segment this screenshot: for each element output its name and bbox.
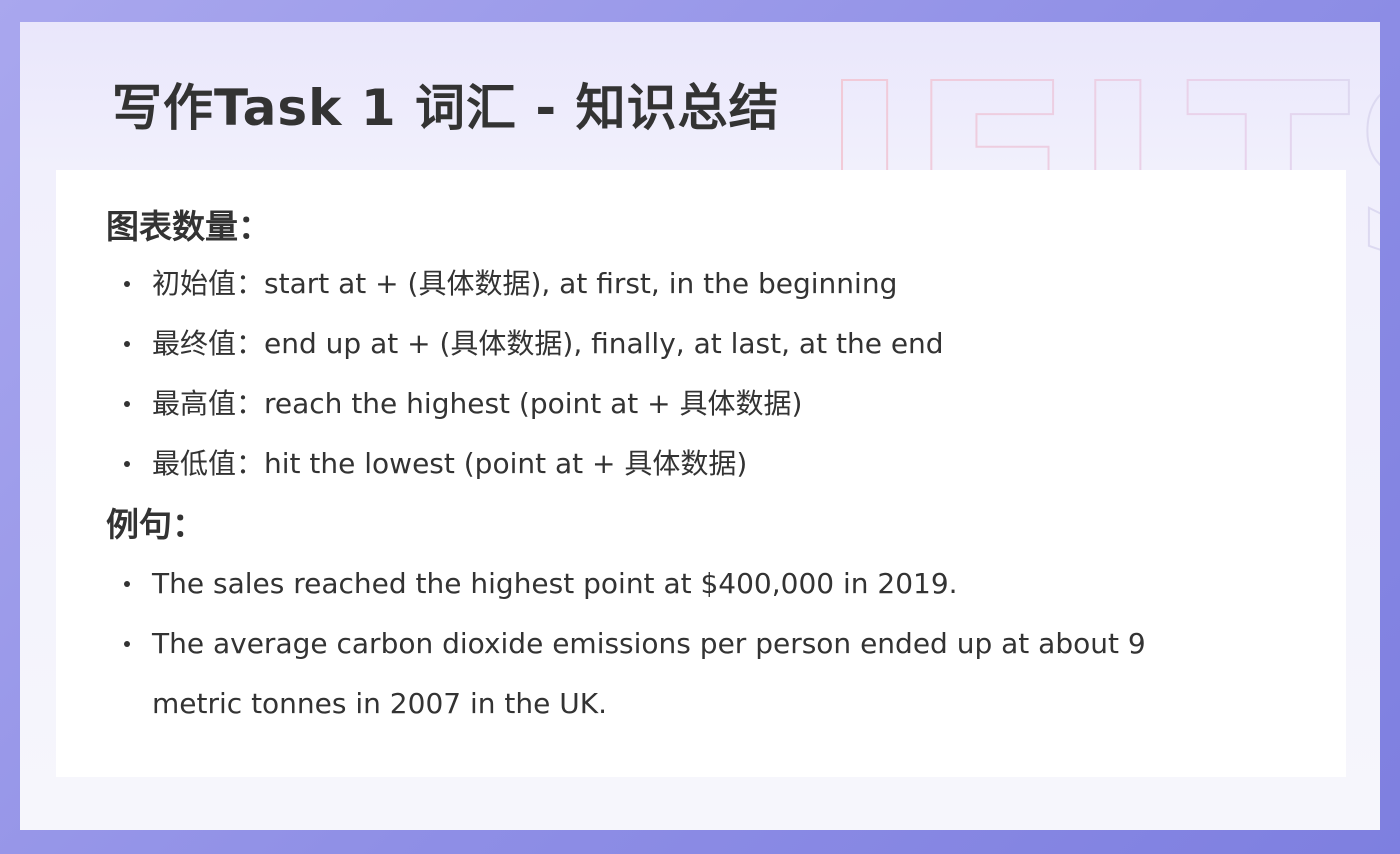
section-heading-example-sentences: 例句： [106, 505, 205, 544]
example-sentences-list: The sales reached the highest point at $… [56, 554, 1232, 734]
list-item: 最低值：hit the lowest (point at + 具体数据) [56, 434, 944, 494]
bullet-dot-icon [124, 461, 130, 467]
bullet-dot-icon [124, 281, 130, 287]
slide-frame: IELTS 写作Task 1 词汇 - 知识总结 图表数量： 初始值：start… [20, 22, 1380, 830]
bullet-dot-icon [124, 401, 130, 407]
list-item: The average carbon dioxide emissions per… [56, 614, 1232, 734]
list-item: 最终值：end up at + (具体数据), finally, at last… [56, 314, 944, 374]
list-item-text: The sales reached the highest point at $… [152, 567, 958, 600]
list-item: The sales reached the highest point at $… [56, 554, 1232, 614]
list-item-text: The average carbon dioxide emissions per… [152, 627, 1146, 720]
chart-quantity-list: 初始值：start at + (具体数据), at first, in the … [56, 254, 944, 494]
section-heading-chart-quantity: 图表数量： [106, 207, 271, 246]
page-title: 写作Task 1 词汇 - 知识总结 [112, 79, 780, 137]
list-item-text: 最高值：reach the highest (point at + 具体数据) [152, 387, 803, 420]
list-item-text: 最终值：end up at + (具体数据), finally, at last… [152, 327, 944, 360]
content-card: 图表数量： 初始值：start at + (具体数据), at first, i… [56, 170, 1346, 777]
list-item: 最高值：reach the highest (point at + 具体数据) [56, 374, 944, 434]
list-item-text: 初始值：start at + (具体数据), at first, in the … [152, 267, 898, 300]
list-item-text: 最低值：hit the lowest (point at + 具体数据) [152, 447, 748, 480]
bullet-dot-icon [124, 341, 130, 347]
bullet-dot-icon [124, 581, 130, 587]
bullet-dot-icon [124, 641, 130, 647]
list-item: 初始值：start at + (具体数据), at first, in the … [56, 254, 944, 314]
